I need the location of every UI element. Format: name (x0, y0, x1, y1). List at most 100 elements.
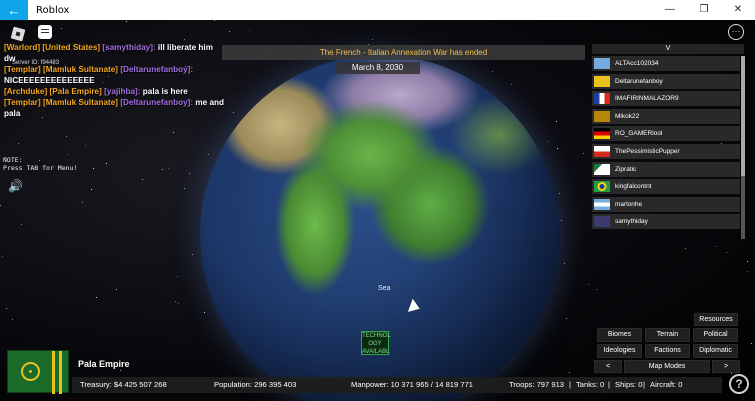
star-dot (116, 289, 117, 290)
chat-tag: [Archduke] [Pala Empire] (4, 87, 102, 96)
more-menu-icon[interactable]: ··· (728, 24, 744, 40)
player-list-item[interactable]: kingfalcontnt (592, 179, 740, 195)
flag-stripe (59, 351, 62, 394)
resources-button[interactable]: Resources (694, 313, 738, 326)
chat-text: NICEEEEEEEEEEEEEE (4, 76, 95, 85)
player-name: RO_GAMERlool (615, 130, 663, 138)
player-name: kingfalcontnt (615, 183, 652, 191)
star-dot (588, 284, 589, 285)
star-dot (184, 188, 185, 189)
game-date: March 8, 2030 (335, 62, 420, 74)
star-dot (2, 256, 3, 257)
player-list-item[interactable]: Deltarunefanboy (592, 73, 740, 89)
player-list-toggle[interactable]: V (592, 44, 744, 54)
map-modes-label: Map Modes (624, 360, 710, 373)
star-dot (184, 39, 185, 40)
player-list-item[interactable]: ALTAcc102034 (592, 56, 740, 71)
back-button[interactable]: ← (0, 0, 28, 20)
speaker-icon[interactable]: 🔊 (8, 179, 23, 193)
star-dot (233, 112, 234, 113)
player-list-item[interactable]: RO_GAMERlool (592, 126, 740, 142)
separator: | (569, 380, 571, 389)
player-list-item[interactable]: ThePessimisticPupper (592, 143, 740, 159)
chat-toggle-icon[interactable] (38, 25, 52, 39)
player-flag-icon (594, 110, 610, 122)
star-dot (566, 318, 567, 319)
tanks-stat: Tanks: 0 (576, 380, 605, 389)
star-dot (6, 308, 7, 309)
player-flag-icon (594, 198, 610, 210)
star-dot (214, 20, 215, 21)
close-button[interactable]: ✕ (721, 0, 755, 20)
player-list-scrollbar[interactable] (741, 56, 745, 239)
star-dot (12, 319, 13, 320)
sea-label: Sea (378, 285, 391, 292)
map-mode-prev-button[interactable]: < (594, 360, 622, 373)
chat-sender: [Deltarunefanboy]: (120, 65, 194, 74)
player-name: Mikok22 (615, 112, 640, 120)
biomes-button[interactable]: Biomes (597, 328, 642, 342)
star-dot (85, 145, 86, 146)
player-flag-icon (594, 128, 610, 140)
star-dot (751, 343, 752, 344)
ideologies-button[interactable]: Ideologies (597, 344, 642, 358)
star-dot (564, 263, 565, 264)
separator: | (643, 380, 645, 389)
player-list-item[interactable]: Zipratic (592, 161, 740, 177)
chat-text: pala is here (140, 87, 188, 96)
terrain-button[interactable]: Terrain (645, 328, 690, 342)
star-dot (685, 248, 686, 249)
player-name: Zipratic (615, 165, 637, 173)
window-title: Roblox (36, 4, 70, 16)
chat-message: [Templar] [Mamluk Sultanate] [Deltarunef… (4, 64, 226, 86)
technology-available-badge[interactable]: TECHNOL OGY AVAILABL (361, 331, 391, 355)
event-banner: The French - Italian Annexation War has … (222, 45, 585, 60)
star-dot (18, 143, 19, 144)
player-list-item[interactable]: marlonhe (592, 196, 740, 212)
aircraft-stat: Aircraft: 0 (650, 380, 683, 389)
star-dot (91, 189, 92, 190)
star-dot (82, 202, 83, 203)
star-dot (162, 169, 163, 170)
chat-tag: [Warlord] [United States] (4, 43, 101, 52)
diplomatic-button[interactable]: Diplomatic (693, 344, 738, 358)
star-dot (189, 173, 190, 174)
player-name: samythiday (615, 218, 648, 226)
player-flag-icon (594, 181, 610, 193)
political-button[interactable]: Political (693, 328, 738, 342)
maximize-button[interactable]: ❐ (687, 0, 721, 20)
star-dot (126, 21, 127, 22)
chat-log: [Warlord] [United States] [samythiday]: … (4, 42, 226, 119)
star-dot (747, 271, 748, 272)
star-dot (583, 153, 584, 154)
player-list-item[interactable]: IMAFIRINMALAZOR9 (592, 91, 740, 107)
star-dot (726, 252, 727, 253)
star-dot (96, 297, 97, 298)
star-dot (21, 224, 22, 225)
star-dot (559, 193, 560, 194)
star-dot (66, 136, 67, 137)
star-dot (173, 132, 174, 133)
back-arrow-icon: ← (7, 2, 21, 18)
window-controls: — ❐ ✕ (653, 0, 755, 20)
player-list-item[interactable]: samythiday (592, 214, 740, 230)
player-list-item[interactable]: Mikok22 (592, 108, 740, 124)
star-dot (93, 168, 94, 169)
separator: | (608, 380, 610, 389)
star-dot (192, 254, 193, 255)
nation-flag[interactable] (7, 350, 69, 394)
map-mode-next-button[interactable]: > (712, 360, 740, 373)
star-dot (561, 220, 562, 221)
star-dot (120, 370, 121, 371)
chat-tag: [Templar] [Mamluk Sultanate] (4, 98, 119, 107)
factions-button[interactable]: Factions (645, 344, 690, 358)
minimize-button[interactable]: — (653, 0, 687, 20)
star-dot (556, 121, 557, 122)
player-name: Deltarunefanboy (615, 77, 663, 85)
note-text: Press TAB for Menu! (3, 164, 78, 172)
treasury-stat: Treasury: $4 425 507 268 (80, 380, 167, 389)
help-button[interactable]: ? (729, 374, 749, 394)
star-dot (208, 154, 209, 155)
star-dot (511, 84, 512, 85)
window-titlebar: ← Roblox — ❐ ✕ (0, 0, 755, 20)
